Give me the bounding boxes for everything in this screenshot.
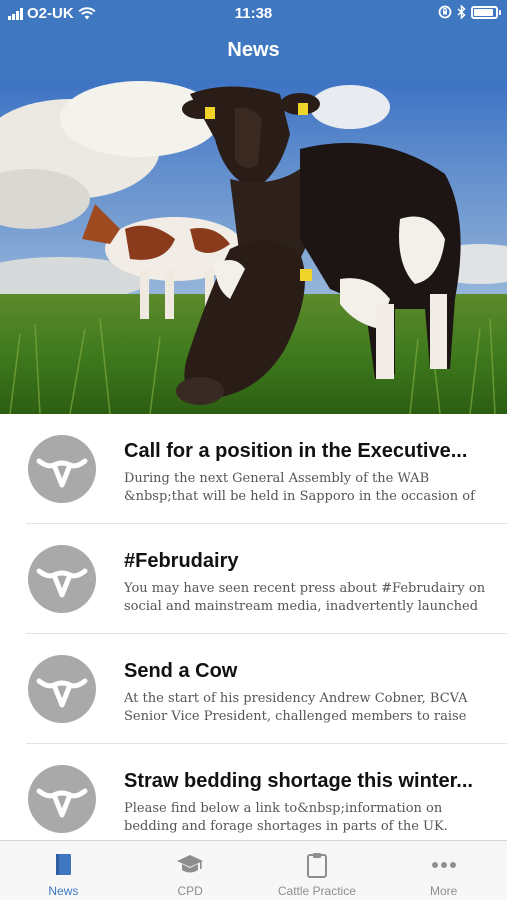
news-title: Call for a position in the Executive... [124,440,468,462]
tab-label: News [48,884,79,898]
news-item[interactable]: Straw bedding shortage this winter... Pl… [0,744,507,840]
status-time: 11:38 [234,5,273,22]
bluetooth-icon [457,5,466,19]
cow-logo-icon [36,788,88,818]
news-item[interactable]: #Februdairy You may have seen recent pre… [0,524,507,634]
news-title: Straw bedding shortage this winter... [124,770,473,792]
tab-bar: News CPD Cattle Practice More [0,840,507,900]
tab-more[interactable]: More [380,841,507,900]
news-title: Send a Cow [124,660,238,682]
cow-logo-icon [36,458,88,488]
graduation-cap-icon [177,855,204,873]
news-item[interactable]: Call for a position in the Executive... … [0,414,507,524]
app-screen: O2-UK 11:38 News Call for a position in … [0,0,507,900]
hero-image [0,79,507,414]
status-bar: O2-UK 11:38 [0,0,507,28]
more-dots-icon [431,862,456,868]
news-avatar-icon [28,545,96,613]
page-title: News [227,39,280,61]
book-icon [56,854,72,875]
news-excerpt: At the start of his presidency Andrew Co… [124,691,468,724]
news-avatar-icon [28,655,96,723]
tab-cpd[interactable]: CPD [127,841,254,900]
tab-label: More [429,884,458,898]
tab-cattle-practice[interactable]: Cattle Practice [254,841,381,900]
news-list: Call for a position in the Executive... … [0,414,507,840]
tab-label: Cattle Practice [277,884,356,898]
battery-icon [471,5,501,19]
cows-photo [0,79,507,414]
news-excerpt: Please find below a link to&nbsp;informa… [124,801,448,834]
status-right [438,5,501,19]
cow-logo-icon [36,568,88,598]
orientation-lock-icon [438,5,452,19]
news-avatar-icon [28,765,96,833]
tab-label: CPD [177,884,203,898]
header: O2-UK 11:38 News [0,0,507,79]
clipboard-icon [306,853,327,878]
tab-news[interactable]: News [0,841,127,900]
news-excerpt: You may have seen recent press about #Fe… [124,581,486,614]
news-title: #Februdairy [124,550,239,572]
news-excerpt: During the next General Assembly of the … [124,471,475,504]
news-avatar-icon [28,435,96,503]
cow-logo-icon [36,678,88,708]
news-item[interactable]: Send a Cow At the start of his presidenc… [0,634,507,744]
